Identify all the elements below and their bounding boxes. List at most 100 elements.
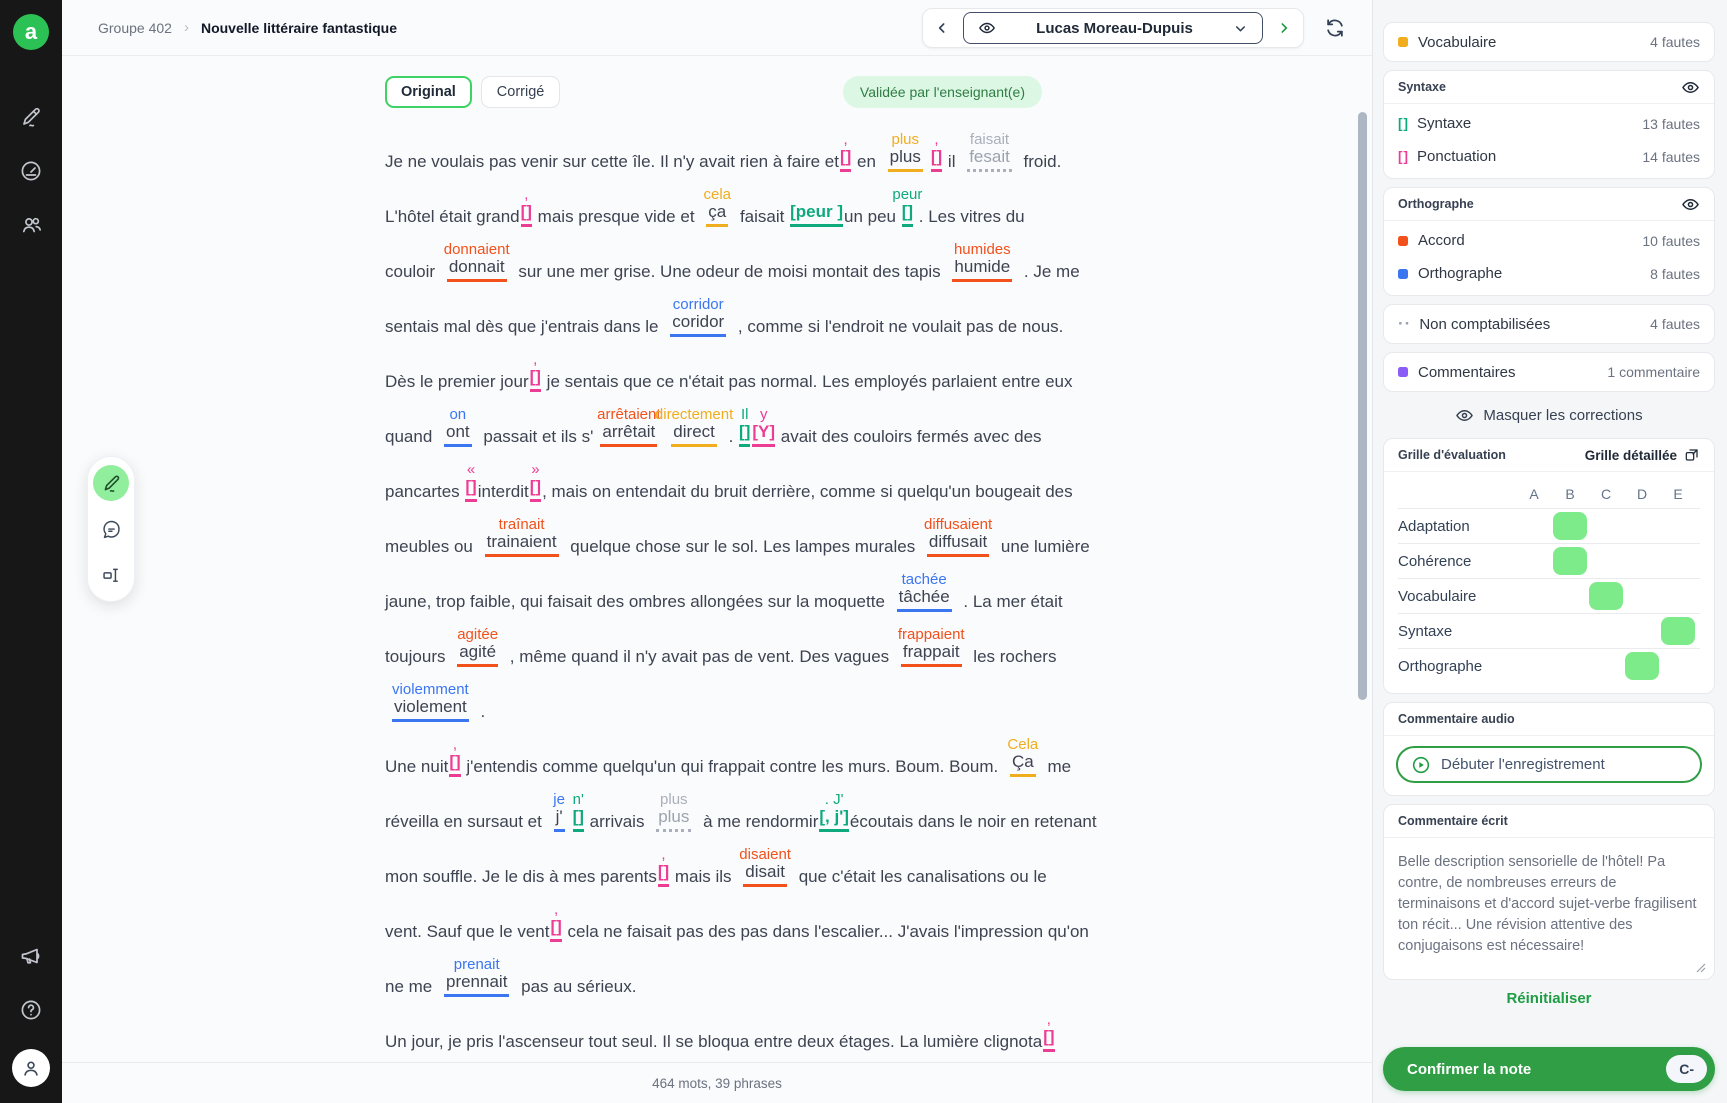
correction-bracket[interactable]: [] « — [465, 461, 477, 502]
gauge-icon[interactable] — [18, 158, 44, 184]
correction-word[interactable]: trainaient traînait — [484, 516, 559, 557]
correction-bracket[interactable]: [Y] y — [752, 406, 776, 447]
correction-word[interactable]: violement violemment — [392, 681, 469, 722]
correction-word[interactable]: ont on — [444, 406, 472, 447]
correction-bracket[interactable]: []» — [529, 461, 542, 502]
tab-original[interactable]: Original — [385, 76, 472, 108]
correction-bracket[interactable]: [, j']. J' — [819, 791, 849, 832]
category-ponctuation[interactable]: [] Ponctuation 14 fautes — [1384, 140, 1714, 173]
grid-cell-B[interactable] — [1552, 649, 1588, 684]
correction-word[interactable]: disait disaient — [739, 846, 791, 887]
text-select-tool-button[interactable] — [93, 557, 129, 593]
grid-cell-B[interactable] — [1552, 509, 1588, 544]
megaphone-icon[interactable] — [18, 943, 44, 969]
correction-word[interactable]: prennait prenait — [443, 956, 510, 997]
correction-word[interactable]: humide humides — [952, 241, 1013, 282]
grid-cell-E[interactable] — [1660, 544, 1696, 579]
edit-icon[interactable] — [18, 104, 44, 130]
reset-link[interactable]: Réinitialiser — [1383, 990, 1715, 1007]
grid-cell-C[interactable] — [1588, 544, 1624, 579]
grid-cell-A[interactable] — [1516, 649, 1552, 684]
correction-word[interactable]: tâchée tachée — [896, 571, 952, 612]
vertical-scrollbar[interactable] — [1358, 112, 1367, 700]
grid-cell-D[interactable] — [1624, 649, 1660, 684]
resize-handle-icon[interactable] — [1696, 963, 1706, 973]
correction-bracket[interactable]: [], — [657, 846, 670, 887]
grid-cell-B[interactable] — [1552, 614, 1588, 649]
grid-cell-C[interactable] — [1588, 649, 1624, 684]
grid-cell-A[interactable] — [1516, 509, 1552, 544]
written-comment-input[interactable]: Belle description sensorielle de l'hôtel… — [1388, 842, 1710, 970]
grid-cell-C[interactable] — [1588, 509, 1624, 544]
correction-bracket[interactable]: [], — [550, 901, 562, 942]
correction-word[interactable]: frappait frappaient — [898, 626, 965, 667]
category-vocabulaire[interactable]: Vocabulaire 4 fautes — [1384, 23, 1714, 61]
essay-plain-text: . — [723, 427, 739, 446]
hide-corrections-toggle[interactable]: Masquer les corrections — [1383, 400, 1715, 430]
correction-bracket[interactable]: [], — [1043, 1011, 1055, 1052]
correction-word[interactable]: ça cela — [703, 186, 731, 227]
category-non-comptabilisees[interactable]: ·· Non comptabilisées 4 fautes — [1384, 305, 1714, 343]
start-recording-button[interactable]: Débuter l'enregistrement — [1396, 746, 1702, 783]
correction-bracket[interactable]: [], — [839, 131, 852, 172]
grid-cell-E[interactable] — [1660, 579, 1696, 614]
grid-cell-A[interactable] — [1516, 614, 1552, 649]
pen-tool-button[interactable] — [93, 465, 129, 501]
eye-icon[interactable] — [1681, 195, 1700, 214]
grid-cell-A[interactable] — [1516, 579, 1552, 614]
breadcrumb-group[interactable]: Groupe 402 — [98, 20, 172, 36]
correction-bracket[interactable]: [], — [449, 736, 461, 777]
correction-word[interactable]: direct directement — [655, 406, 733, 447]
correction-word[interactable]: plus plus — [656, 791, 692, 832]
grid-cell-B[interactable] — [1552, 544, 1588, 579]
next-student-button[interactable] — [1265, 9, 1303, 47]
correction-word[interactable]: donnait donnaient — [444, 241, 510, 282]
category-syntaxe[interactable]: [] Syntaxe 13 fautes — [1384, 107, 1714, 140]
correction-bracket[interactable]: [] peur — [892, 186, 922, 227]
essay-plain-text: les rochers — [968, 647, 1057, 666]
comment-tool-button[interactable] — [93, 511, 129, 547]
grid-cell-D[interactable] — [1624, 544, 1660, 579]
correction-word[interactable]: fesait faisait — [967, 131, 1012, 172]
category-commentaires[interactable]: Commentaires 1 commentaire — [1384, 353, 1714, 391]
correction-word[interactable]: plus plus — [887, 131, 923, 172]
student-select[interactable]: Lucas Moreau-Dupuis — [963, 12, 1263, 44]
refresh-icon[interactable] — [1324, 17, 1346, 39]
user-avatar[interactable] — [12, 1049, 50, 1087]
help-icon[interactable] — [18, 997, 44, 1023]
correction-word[interactable]: Ça Cela — [1007, 736, 1038, 777]
detailed-grid-link[interactable]: Grille détaillée — [1585, 447, 1700, 463]
grid-cell-A[interactable] — [1516, 544, 1552, 579]
essay-line: vent. Sauf que le vent[], cela ne faisai… — [385, 892, 1372, 947]
students-icon[interactable] — [18, 212, 44, 238]
grid-cell-C[interactable] — [1588, 614, 1624, 649]
grid-cell-D[interactable] — [1624, 614, 1660, 649]
correction-bracket[interactable]: [], — [930, 131, 943, 172]
tab-corrige[interactable]: Corrigé — [480, 76, 561, 108]
confirm-grade-button[interactable]: Confirmer la note C- — [1383, 1047, 1715, 1091]
word-count-bar: 464 mots, 39 phrases — [62, 1062, 1372, 1103]
grid-cell-E[interactable] — [1660, 509, 1696, 544]
correction-bracket[interactable]: [] Il — [739, 406, 751, 447]
correction-bracket[interactable]: [], — [520, 186, 532, 227]
category-accord[interactable]: Accord 10 fautes — [1384, 224, 1714, 257]
grid-cell-C[interactable] — [1588, 579, 1624, 614]
grid-cell-D[interactable] — [1624, 579, 1660, 614]
grid-cell-D[interactable] — [1624, 509, 1660, 544]
grid-cell-B[interactable] — [1552, 579, 1588, 614]
correction-word[interactable]: coridor corridor — [670, 296, 727, 337]
correction-word[interactable]: agité agitée — [457, 626, 499, 667]
correction-word[interactable]: arrêtait arrêtaient — [597, 406, 661, 447]
grid-row-vocabulaire: Vocabulaire — [1398, 578, 1700, 613]
grid-cell-E[interactable] — [1660, 649, 1696, 684]
eye-icon[interactable] — [1681, 78, 1700, 97]
correction-bracket[interactable]: [], — [529, 351, 541, 392]
correction-bracket[interactable]: [] n' — [572, 791, 584, 832]
app-logo[interactable]: a — [13, 14, 49, 50]
correction-bracket[interactable]: [peur ] — [790, 202, 843, 227]
correction-word[interactable]: j' je — [553, 791, 565, 832]
category-orthographe[interactable]: Orthographe 8 fautes — [1384, 257, 1714, 290]
previous-student-button[interactable] — [923, 9, 961, 47]
grid-cell-E[interactable] — [1660, 614, 1696, 649]
correction-word[interactable]: diffusait diffusaient — [924, 516, 992, 557]
